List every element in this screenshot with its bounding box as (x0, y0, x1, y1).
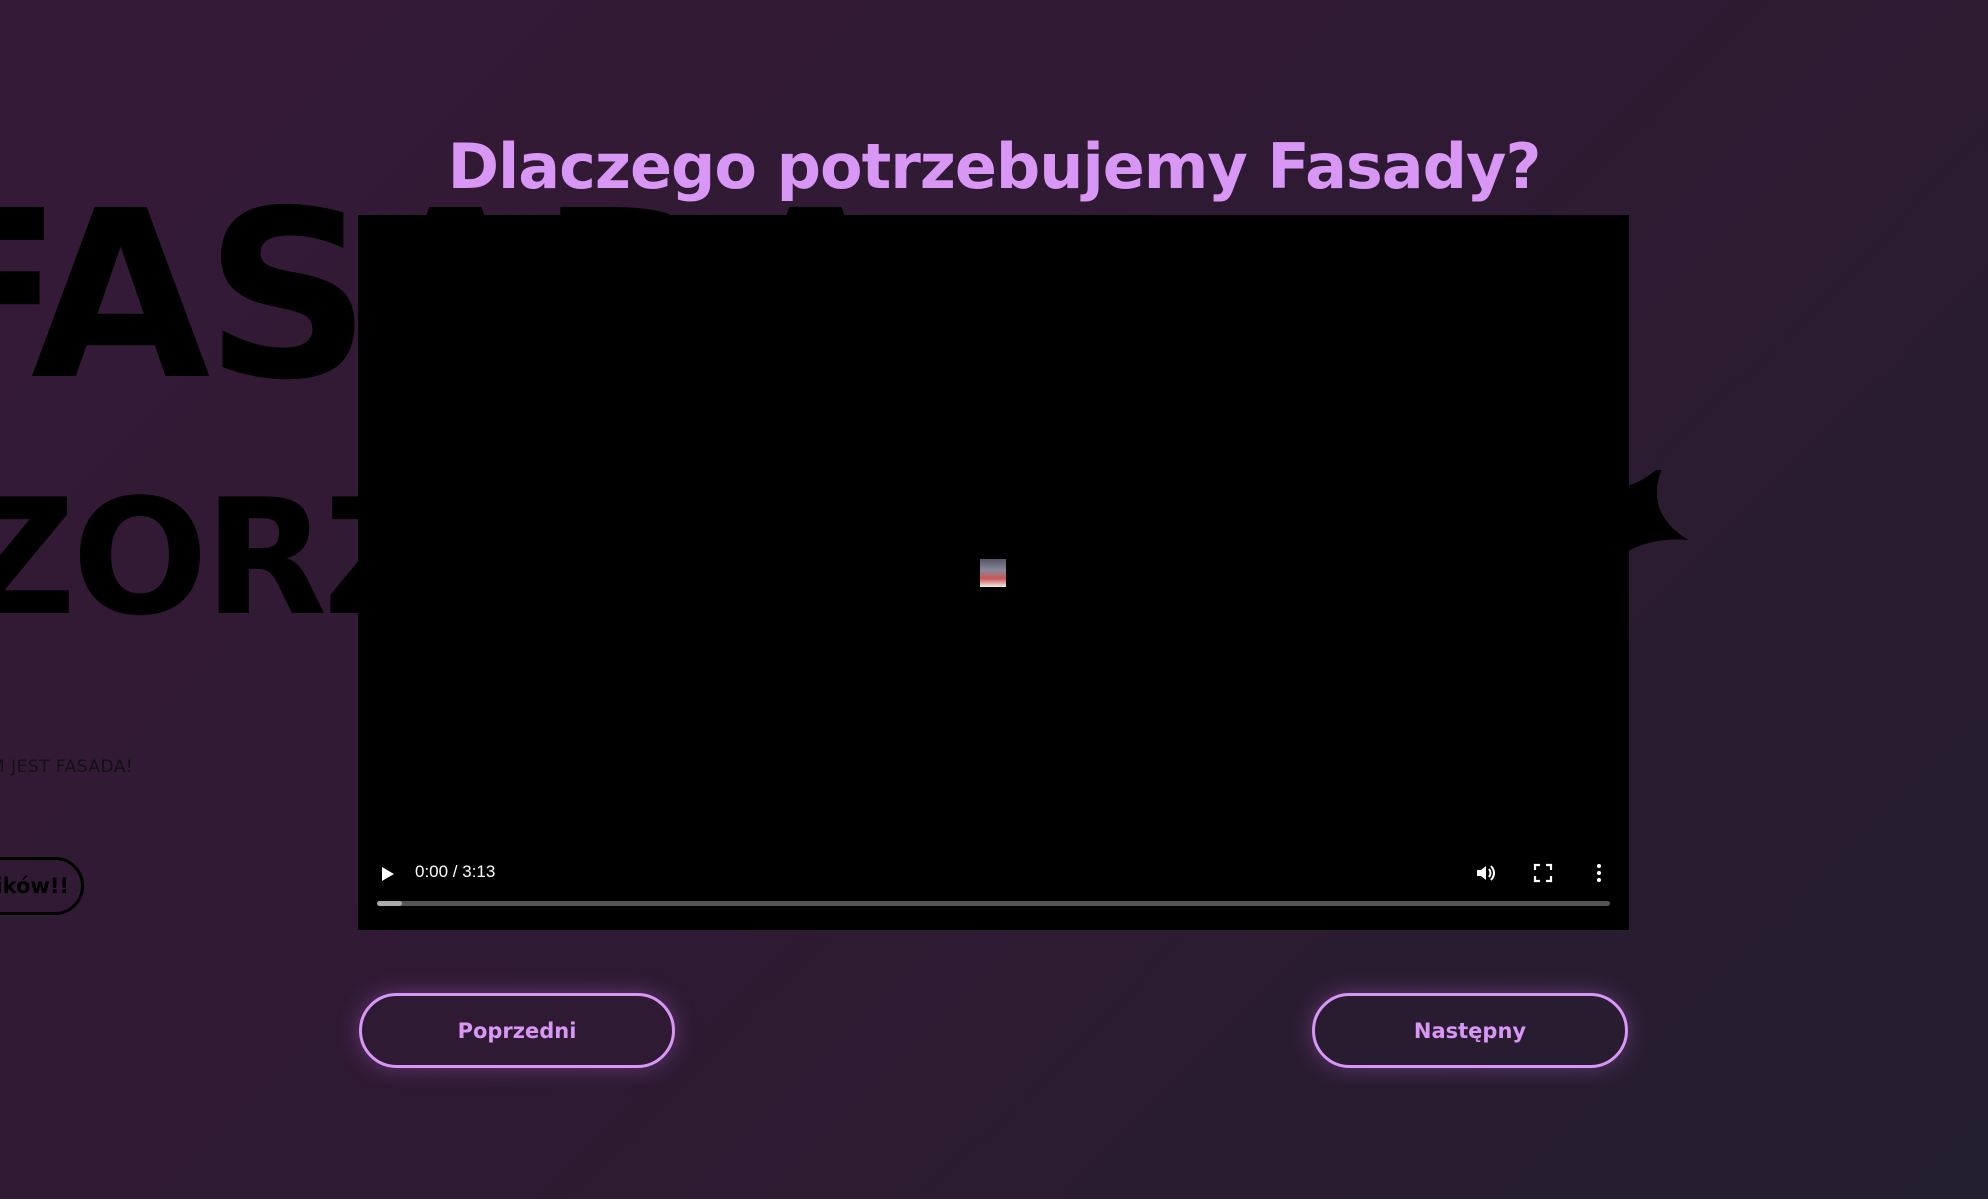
more-options-icon[interactable] (1587, 861, 1611, 885)
next-button[interactable]: Następny (1312, 993, 1628, 1068)
video-poster-thumbnail (980, 559, 1006, 587)
volume-icon[interactable] (1474, 861, 1498, 885)
background-tagline: M JEST FASADA! (0, 757, 134, 777)
play-icon[interactable] (380, 865, 396, 883)
video-progress-bar[interactable] (377, 901, 1610, 906)
video-player[interactable]: 0:00 / 3:13 (358, 215, 1629, 930)
page-title: Dlaczego potrzebujemy Fasady? (447, 130, 1542, 203)
previous-button[interactable]: Poprzedni (359, 993, 675, 1068)
background-cta-button[interactable]: mików!! (0, 857, 84, 915)
fullscreen-icon[interactable] (1531, 861, 1555, 885)
video-progress-fill (377, 901, 402, 906)
video-time: 0:00 / 3:13 (415, 862, 496, 881)
